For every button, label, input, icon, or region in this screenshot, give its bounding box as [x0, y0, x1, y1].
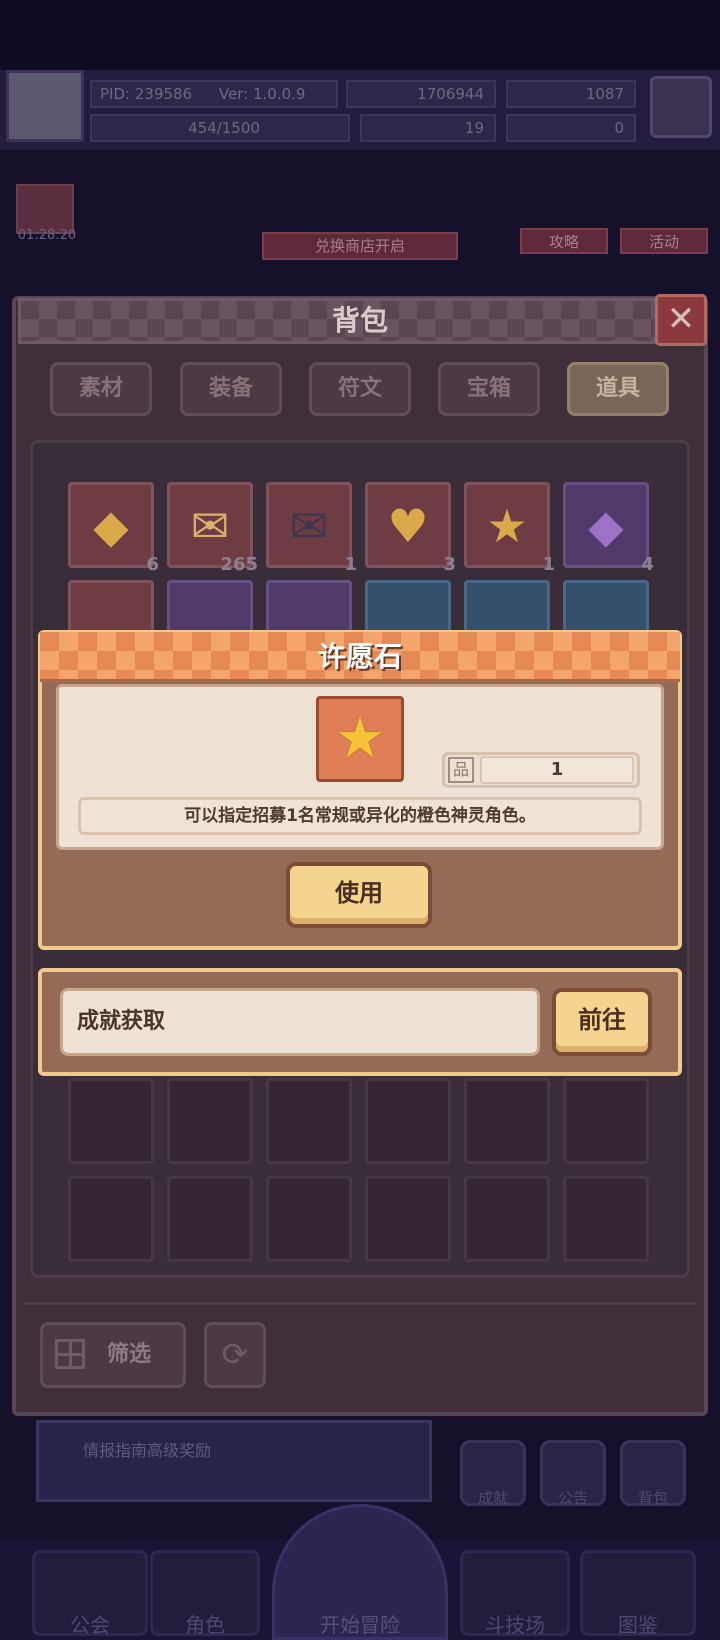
item-count: 1 [344, 554, 357, 575]
empty-slot[interactable] [266, 1078, 352, 1164]
news-text: 情报指南高级奖励 [83, 1441, 212, 1460]
wish-star-icon: ★ [486, 499, 528, 553]
tab-items[interactable]: 道具 [567, 362, 669, 416]
empty-slot[interactable] [563, 1078, 649, 1164]
letter-pink-icon: ✉ [190, 499, 230, 553]
empty-slot[interactable] [563, 1176, 649, 1262]
ticket-counter: 19 [360, 114, 496, 142]
backpack-title: 背包 [331, 304, 388, 337]
refresh-icon[interactable]: ⟳ [204, 1322, 266, 1388]
item-count: 4 [641, 554, 654, 575]
nav-codex[interactable]: 图鉴 [580, 1550, 696, 1637]
gem-value: 1087 [585, 85, 624, 103]
backpack-button[interactable]: 背包 [620, 1440, 686, 1507]
item-count: 265 [220, 554, 258, 575]
tab-equipment[interactable]: 装备 [180, 362, 282, 416]
empty-slot[interactable] [365, 1078, 451, 1164]
close-icon[interactable]: ✕ [655, 294, 707, 346]
item-count: 1 [542, 554, 555, 575]
empty-slot[interactable] [266, 1176, 352, 1262]
gift-box-icon[interactable] [16, 184, 74, 234]
pid-label: PID: 239586 [100, 85, 193, 103]
letter-dark-icon: ✉ [289, 499, 329, 553]
nav-guild[interactable]: 公会 [32, 1550, 148, 1637]
tab-runes[interactable]: 符文 [309, 362, 411, 416]
guide-button[interactable]: 攻略 [520, 228, 608, 254]
tab-materials[interactable]: 素材 [50, 362, 152, 416]
empty-slot[interactable] [464, 1078, 550, 1164]
shop-open-banner[interactable]: 兑换商店开启 [262, 232, 458, 260]
grid-filter-icon [55, 1339, 85, 1369]
item-slot[interactable]: ♥ 3 [365, 482, 456, 575]
empty-slot[interactable] [167, 1176, 253, 1262]
filter-label: 筛选 [107, 1342, 152, 1367]
empty-slot[interactable] [464, 1176, 550, 1262]
tab-chests[interactable]: 宝箱 [438, 362, 540, 416]
ticket-value: 19 [464, 119, 484, 137]
key-value: 0 [614, 119, 624, 137]
player-avatar[interactable] [6, 70, 84, 142]
quantity-icon: 品 [448, 757, 474, 783]
purple-gem-icon: ◆ [588, 499, 624, 553]
empty-slot[interactable] [68, 1078, 154, 1164]
use-button[interactable]: 使用 [286, 862, 432, 928]
item-slot[interactable]: ★ 1 [464, 482, 555, 575]
gift-timer: 01:28:20 [17, 228, 77, 243]
gold-counter: 1706944 [346, 80, 496, 108]
item-slot[interactable]: ✉ 1 [266, 482, 357, 575]
pid-version-box: PID: 239586 Ver: 1.0.0.9 [90, 80, 338, 108]
version-label: Ver: 1.0.0.9 [218, 85, 306, 103]
news-banner[interactable]: 情报指南高级奖励 [36, 1420, 432, 1502]
item-slot[interactable]: ✉ 265 [167, 482, 258, 575]
achievement-button[interactable]: 成就 [460, 1440, 526, 1507]
go-button[interactable]: 前往 [552, 988, 652, 1056]
status-bar-area [0, 0, 720, 70]
item-count: 6 [146, 554, 159, 575]
item-slot[interactable]: ◆ 4 [563, 482, 654, 575]
nav-start-adventure[interactable]: 开始冒险 [272, 1504, 448, 1640]
nav-arena[interactable]: 斗技场 [460, 1550, 570, 1637]
settings-gear-icon[interactable] [650, 76, 712, 138]
wish-star-icon: ★ [316, 696, 404, 782]
event-button[interactable]: 活动 [620, 228, 708, 254]
yellow-gem-icon: ◆ [93, 499, 129, 553]
nav-characters[interactable]: 角色 [150, 1550, 260, 1637]
gem-counter: 1087 [506, 80, 636, 108]
empty-slot[interactable] [167, 1078, 253, 1164]
item-source-label: 成就获取 [60, 988, 540, 1056]
energy-bar: 454/1500 [90, 114, 350, 142]
energy-value: 454/1500 [188, 119, 260, 137]
item-count: 3 [443, 554, 456, 575]
gold-heart-icon: ♥ [387, 499, 429, 553]
gold-value: 1706944 [417, 85, 484, 103]
empty-slot[interactable] [365, 1176, 451, 1262]
empty-slot[interactable] [68, 1176, 154, 1262]
key-counter: 0 [506, 114, 636, 142]
filter-button[interactable]: 筛选 [40, 1322, 186, 1388]
quantity-value: 1 [480, 756, 634, 784]
item-name: 许愿石 [317, 640, 402, 673]
announcement-button[interactable]: 公告 [540, 1440, 606, 1507]
item-description: 可以指定招募1名常规或异化的橙色神灵角色。 [78, 797, 642, 835]
item-slot[interactable]: ◆ 6 [68, 482, 159, 575]
